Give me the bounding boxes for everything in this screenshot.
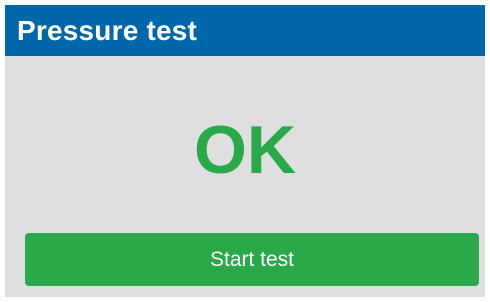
start-test-button-label: Start test bbox=[209, 247, 295, 271]
panel-header: Pressure test bbox=[5, 5, 485, 56]
panel-title: Pressure test bbox=[17, 14, 198, 46]
pressure-test-panel: Pressure test OK Start test bbox=[5, 5, 485, 297]
test-status-text: OK bbox=[194, 112, 296, 188]
start-test-button[interactable]: Start test bbox=[25, 233, 479, 286]
